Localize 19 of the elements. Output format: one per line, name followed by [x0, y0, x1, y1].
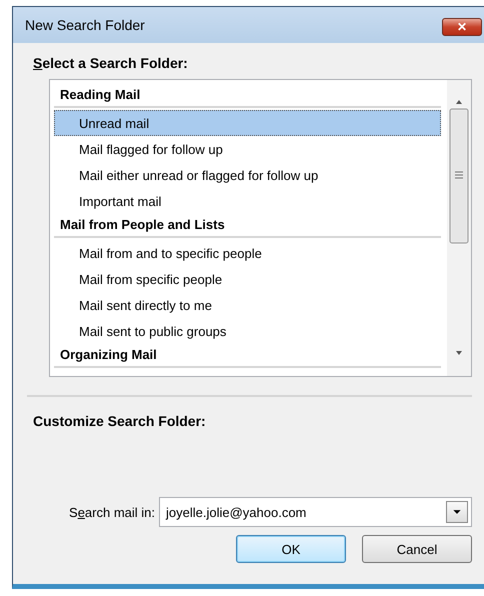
list-item[interactable]: Unread mail — [54, 110, 441, 136]
mailbox-dropdown[interactable]: joyelle.jolie@yahoo.com — [159, 497, 472, 527]
section-header: Mail from People and Lists — [54, 214, 441, 238]
field-label: Search mail in: — [69, 504, 155, 520]
list-item[interactable]: Mail flagged for follow up — [54, 136, 441, 162]
ok-button[interactable]: OK — [236, 535, 346, 563]
close-button[interactable]: ✕ — [442, 18, 482, 36]
list-item[interactable]: Important mail — [54, 188, 441, 214]
section-header: Organizing Mail — [54, 344, 441, 368]
window-title: New Search Folder — [25, 17, 145, 33]
section-label: Customize Search Folder: — [32, 412, 207, 431]
cancel-button[interactable]: Cancel — [362, 535, 472, 563]
list-item[interactable]: Mail from specific people — [54, 266, 441, 292]
list-item[interactable]: Mail either unread or flagged for follow up — [54, 162, 441, 188]
list-item[interactable]: Mail from and to specific people — [54, 240, 441, 266]
section-label: Select a Search Folder: — [32, 54, 189, 73]
list-item[interactable]: Mail sent directly to me — [54, 292, 441, 318]
section-header: Reading Mail — [54, 84, 441, 108]
list-item[interactable]: Mail sent to public groups — [54, 318, 441, 344]
